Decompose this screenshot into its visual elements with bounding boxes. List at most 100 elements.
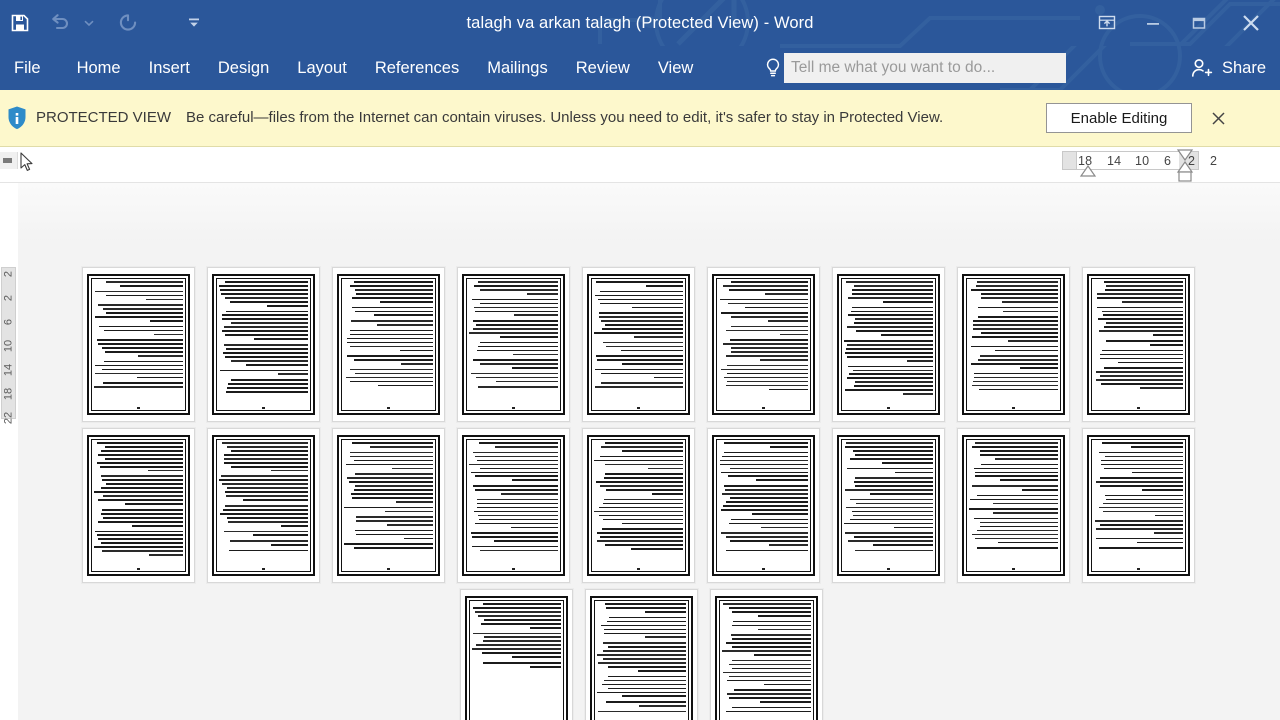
text-line [844,522,933,525]
minimize-button[interactable] [1130,0,1176,46]
text-line [768,544,808,546]
paragraph [844,532,933,546]
shield-info-icon [2,105,32,131]
paragraph [469,498,558,529]
tab-view[interactable]: View [644,46,707,90]
text-line [594,368,683,371]
document-page-thumbnail[interactable] [585,589,698,720]
paragraph [969,306,1058,313]
vertical-ruler[interactable]: 2 2 6 10 14 18 22 [0,183,18,720]
text-line [224,326,308,329]
text-line [1106,340,1183,342]
document-page-thumbnail[interactable] [82,428,195,583]
text-line [844,489,933,491]
text-line [1095,537,1183,540]
hanging-indent-marker[interactable] [1078,165,1098,179]
text-line [472,632,561,635]
text-line [606,620,686,623]
text-line [757,614,811,617]
document-page-thumbnail[interactable] [457,267,570,422]
document-page-thumbnail[interactable] [832,267,945,422]
text-line [220,369,308,372]
tell-me-input[interactable] [784,53,1066,83]
tab-file[interactable]: File [0,46,63,90]
text-line [1105,494,1183,497]
document-page-thumbnail[interactable] [457,428,570,583]
text-line [1096,481,1183,483]
document-page-thumbnail[interactable] [957,267,1070,422]
document-page-thumbnail[interactable] [82,267,195,422]
text-line [223,461,308,464]
text-line [396,501,433,503]
enable-editing-button[interactable]: Enable Editing [1046,103,1192,133]
document-page-thumbnail[interactable] [582,428,695,583]
undo-dropdown-button[interactable] [80,5,98,41]
first-line-indent-marker[interactable] [1174,148,1196,161]
document-page-thumbnail[interactable] [1082,428,1195,583]
document-page-thumbnail[interactable] [832,428,945,583]
close-icon [1211,111,1225,125]
tab-review[interactable]: Review [562,46,644,90]
text-line [471,545,558,548]
document-page-thumbnail[interactable] [710,589,823,720]
text-line [370,445,433,448]
text-line [222,330,308,333]
tab-design[interactable]: Design [204,46,283,90]
paragraph [722,634,811,656]
text-line [605,442,683,444]
document-page-thumbnail[interactable] [707,267,820,422]
text-line [730,339,808,341]
tab-references[interactable]: References [361,46,473,90]
text-line [1095,528,1183,530]
text-line [606,701,686,703]
text-line [724,376,808,379]
tab-stop-selector[interactable] [0,152,18,169]
close-button[interactable] [1222,0,1280,46]
text-line [146,298,183,301]
paragraph [722,689,811,703]
tab-insert[interactable]: Insert [135,46,204,90]
text-line [96,442,183,444]
text-line [100,475,183,478]
paragraph [219,530,308,537]
document-page-thumbnail[interactable] [582,267,695,422]
text-line [721,471,808,474]
paragraph [469,281,558,295]
close-protected-view-bar-button[interactable] [1204,103,1232,133]
text-line [852,510,933,513]
text-line [346,341,433,344]
text-line [598,514,683,517]
page-text-block [219,442,308,564]
paragraph [219,310,308,340]
paragraph [719,549,808,552]
document-page-thumbnail[interactable] [207,428,320,583]
restore-button[interactable] [1176,0,1222,46]
ribbon-display-options-button[interactable] [1084,0,1130,46]
paragraph [719,312,808,322]
text-line [599,455,683,458]
document-page-thumbnail[interactable] [332,428,445,583]
text-line [881,334,933,336]
text-line [726,380,808,383]
customize-quick-access-toolbar-button[interactable] [174,5,214,41]
document-page-thumbnail[interactable] [460,589,573,720]
document-canvas[interactable] [18,183,1280,720]
paragraph [722,603,811,617]
page-number-mark [333,568,444,570]
chevron-down-icon [189,18,199,27]
text-line [972,328,1058,330]
tab-layout[interactable]: Layout [283,46,361,90]
document-page-thumbnail[interactable] [1082,267,1195,422]
tab-home[interactable]: Home [63,46,135,90]
redo-button[interactable] [108,5,148,41]
tab-mailings[interactable]: Mailings [473,46,562,90]
document-page-thumbnail[interactable] [332,267,445,422]
document-page-thumbnail[interactable] [207,267,320,422]
share-button[interactable]: Share [1190,46,1266,90]
undo-button[interactable] [40,5,80,41]
horizontal-ruler[interactable]: 18 14 10 6 2 2 [0,147,1280,183]
document-page-thumbnail[interactable] [707,428,820,583]
save-button[interactable] [0,5,40,41]
document-page-thumbnail[interactable] [957,428,1070,583]
text-line [354,529,433,532]
